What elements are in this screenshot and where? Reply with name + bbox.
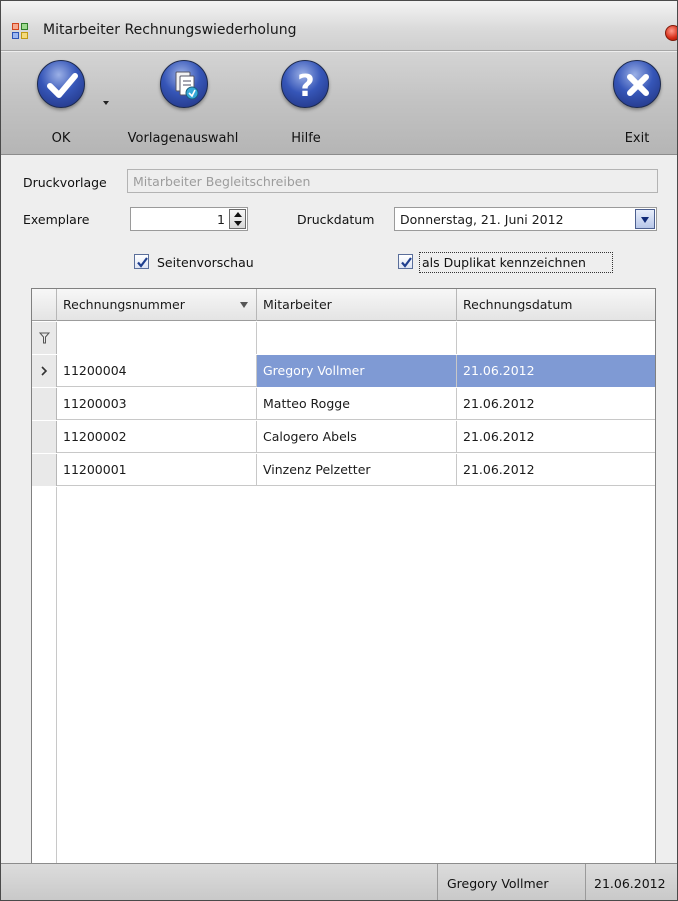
window-title: Mitarbeiter Rechnungswiederholung (43, 22, 297, 38)
cell-invoice-number[interactable]: 11200003 (57, 388, 257, 420)
cell-invoice-date[interactable]: 21.06.2012 (457, 421, 655, 453)
title-bar[interactable]: Mitarbeiter Rechnungswiederholung (1, 1, 677, 51)
row-indicator[interactable] (32, 421, 57, 453)
table-row[interactable]: 11200002 Calogero Abels 21.06.2012 (32, 421, 655, 453)
row-indicator[interactable] (32, 355, 57, 387)
row-indicator[interactable] (32, 454, 57, 486)
filter-cell-employee[interactable] (257, 322, 457, 354)
chevron-down-icon (641, 217, 649, 223)
cell-employee[interactable]: Gregory Vollmer (257, 355, 457, 387)
help-label: Hilfe (291, 131, 321, 146)
checkmark-icon (37, 60, 85, 108)
cell-invoice-number[interactable]: 11200004 (57, 355, 257, 387)
copies-stepper[interactable]: 1 (130, 207, 248, 231)
help-button[interactable]: ? Hilfe (273, 60, 339, 152)
copies-value: 1 (217, 212, 225, 227)
status-date: 21.06.2012 (585, 864, 677, 900)
table-row[interactable]: 11200004 Gregory Vollmer 21.06.2012 (32, 355, 655, 387)
cell-invoice-date[interactable]: 21.06.2012 (457, 454, 655, 486)
cell-invoice-date[interactable]: 21.06.2012 (457, 355, 655, 387)
cell-employee[interactable]: Matteo Rogge (257, 388, 457, 420)
print-date-value: Donnerstag, 21. Juni 2012 (400, 212, 564, 227)
column-header-invoice-number[interactable]: Rechnungsnummer (57, 289, 257, 321)
cell-invoice-date[interactable]: 21.06.2012 (457, 388, 655, 420)
window-close-icon[interactable] (665, 25, 677, 41)
template-select-button[interactable]: Vorlagenauswahl (127, 60, 239, 152)
grid-indicator-column-fill (32, 487, 57, 863)
spin-down-icon[interactable] (234, 221, 242, 226)
ok-dropdown-arrow-icon[interactable] (103, 101, 109, 105)
duplicate-checkbox[interactable] (398, 254, 413, 269)
header-indicator (32, 289, 57, 321)
template-field[interactable]: Mitarbeiter Begleitschreiben (127, 169, 658, 193)
ok-button[interactable]: OK (31, 60, 109, 152)
row-indicator[interactable] (32, 388, 57, 420)
cell-employee[interactable]: Vinzenz Pelzetter (257, 454, 457, 486)
status-employee-text: Gregory Vollmer (447, 876, 549, 891)
preview-checkbox[interactable] (134, 254, 149, 269)
exit-label: Exit (624, 131, 650, 146)
document-select-icon (160, 60, 208, 108)
copies-spin-buttons[interactable] (229, 209, 246, 229)
preview-label[interactable]: Seitenvorschau (157, 255, 254, 270)
table-row[interactable]: 11200003 Matteo Rogge 21.06.2012 (32, 388, 655, 420)
svg-text:?: ? (297, 69, 314, 104)
status-bar: Gregory Vollmer 21.06.2012 (1, 863, 677, 900)
table-row[interactable]: 11200001 Vinzenz Pelzetter 21.06.2012 (32, 454, 655, 486)
current-row-chevron-icon (41, 366, 48, 376)
column-header-label: Rechnungsnummer (63, 297, 185, 312)
duplicate-label[interactable]: als Duplikat kennzeichnen (422, 255, 586, 270)
sort-descending-icon (240, 302, 248, 308)
filter-indicator (32, 322, 57, 354)
status-employee: Gregory Vollmer (437, 864, 585, 900)
template-field-label: Druckvorlage (23, 175, 107, 190)
filter-row[interactable] (32, 322, 655, 354)
help-icon: ? (281, 60, 329, 108)
column-header-invoice-date[interactable]: Rechnungsdatum (457, 289, 655, 321)
spin-up-icon[interactable] (234, 212, 242, 217)
toolbar: OK Vorlagenauswahl ? Hilfe Exit (1, 52, 677, 155)
cell-invoice-number[interactable]: 11200002 (57, 421, 257, 453)
print-date-picker[interactable]: Donnerstag, 21. Juni 2012 (394, 207, 657, 231)
cell-employee[interactable]: Calogero Abels (257, 421, 457, 453)
exit-button[interactable]: Exit (607, 60, 667, 152)
template-select-label: Vorlagenauswahl (127, 131, 239, 146)
print-date-label: Druckdatum (297, 212, 375, 227)
ok-label: OK (51, 131, 71, 146)
date-dropdown-button[interactable] (635, 209, 655, 229)
column-header-employee[interactable]: Mitarbeiter (257, 289, 457, 321)
app-icon (12, 23, 30, 41)
copies-label: Exemplare (23, 212, 90, 227)
close-icon (613, 60, 661, 108)
grid-header: Rechnungsnummer Mitarbeiter Rechnungsdat… (32, 289, 655, 321)
cell-invoice-number[interactable]: 11200001 (57, 454, 257, 486)
filter-icon (38, 332, 51, 344)
status-date-text: 21.06.2012 (594, 876, 666, 891)
dialog-window: Mitarbeiter Rechnungswiederholung OK Vor… (0, 0, 678, 901)
filter-cell-invoice-date[interactable] (457, 322, 655, 354)
invoice-grid[interactable]: Rechnungsnummer Mitarbeiter Rechnungsdat… (31, 288, 656, 864)
filter-cell-invoice-number[interactable] (57, 322, 257, 354)
